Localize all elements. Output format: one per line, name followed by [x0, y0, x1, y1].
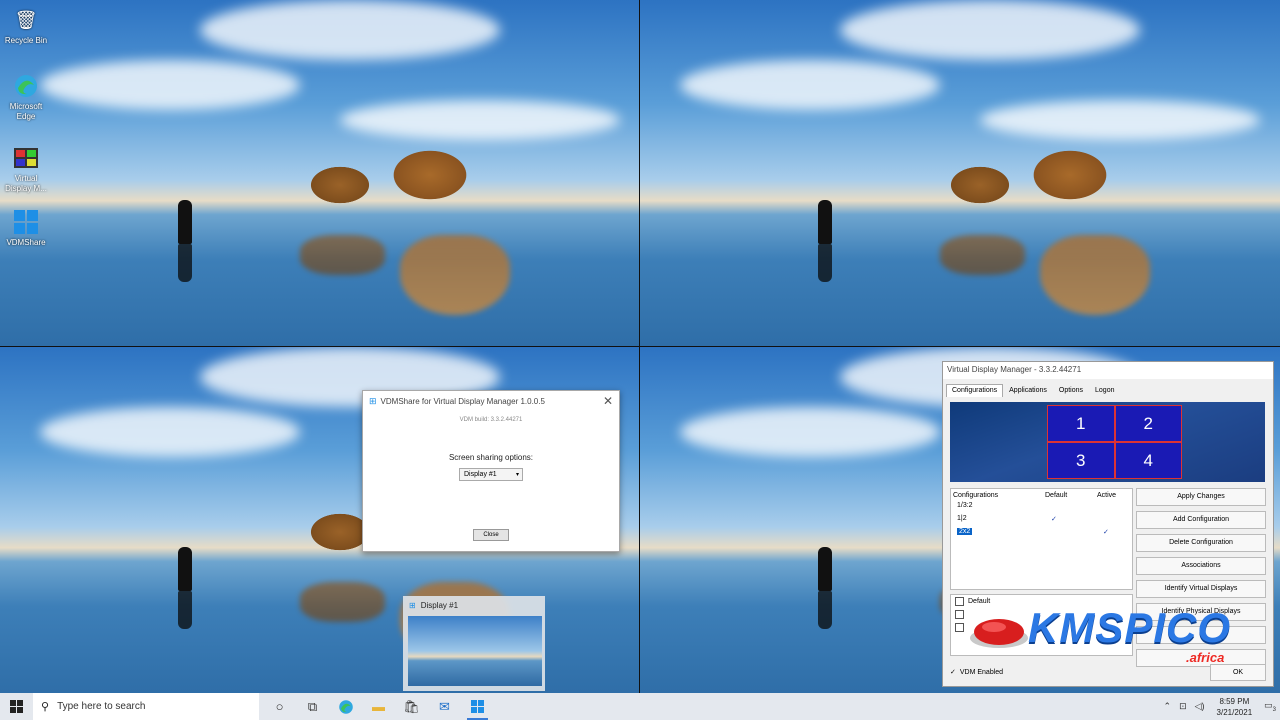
- config-active-check: ✓: [1103, 528, 1109, 536]
- volume-icon[interactable]: ◁): [1195, 701, 1205, 712]
- add-configuration-button[interactable]: Add Configuration: [1136, 511, 1266, 529]
- vdm-build-label: VDM build: 3.3.2.44271: [459, 417, 523, 423]
- close-button[interactable]: Close: [473, 529, 509, 541]
- desktop-icon-vdmshare[interactable]: VDMShare: [4, 208, 48, 248]
- config-name: 1|2: [957, 515, 967, 522]
- windows-logo-icon: [12, 208, 40, 236]
- chevron-up-icon[interactable]: ⌃: [1164, 701, 1172, 712]
- apply-changes-button[interactable]: Apply Changes: [1136, 488, 1266, 506]
- wallpaper-display-1: [0, 0, 640, 346]
- config-default-check: ✓: [1051, 515, 1057, 523]
- checkbox[interactable]: [955, 623, 964, 632]
- red-button-icon: [970, 619, 1028, 648]
- layout-preview: 1 2 3 4: [950, 402, 1265, 482]
- mail-icon: ✉: [439, 698, 450, 714]
- store-icon: 🛍: [403, 698, 420, 714]
- vdmshare-dialog: ⊞ VDMShare for Virtual Display Manager 1…: [362, 390, 620, 552]
- vdm-tabs: Configurations Applications Options Logo…: [946, 384, 1273, 397]
- clock-time: 8:59 PM: [1219, 696, 1250, 706]
- column-header-default: Default: [1045, 492, 1068, 499]
- task-view-button[interactable]: ⧉: [296, 693, 329, 720]
- display-select[interactable]: Display #1 ▾: [459, 468, 523, 481]
- desktop-icon-recycle-bin[interactable]: 🗑 Recycle Bin: [4, 6, 48, 46]
- folder-icon: ▬: [372, 699, 385, 714]
- screen-sharing-label: Screen sharing options:: [448, 453, 534, 462]
- desktop-icon-label: Virtual Display M...: [5, 174, 47, 193]
- network-icon[interactable]: ⊡: [1179, 701, 1187, 712]
- notification-count: 3: [1272, 706, 1276, 713]
- tab-logon[interactable]: Logon: [1089, 384, 1120, 397]
- windows-logo-icon: [471, 700, 484, 713]
- config-row-selected[interactable]: 2x2 ✓: [951, 525, 1132, 538]
- layout-grid: 1 2 3 4: [1047, 405, 1182, 479]
- checkbox[interactable]: [955, 610, 964, 619]
- delete-configuration-button[interactable]: Delete Configuration: [1136, 534, 1266, 552]
- tab-applications[interactable]: Applications: [1003, 384, 1053, 397]
- watermark-suffix: .africa: [1186, 650, 1225, 665]
- config-row[interactable]: 1/3:2: [951, 499, 1132, 512]
- notification-icon[interactable]: ▭3: [1264, 700, 1276, 713]
- search-placeholder: Type here to search: [57, 701, 146, 712]
- cortana-button[interactable]: ○: [263, 693, 296, 720]
- layout-cell-3[interactable]: 3: [1048, 443, 1114, 478]
- recycle-bin-icon: 🗑: [14, 10, 38, 30]
- taskbar-store[interactable]: 🛍: [395, 693, 428, 720]
- tab-configurations[interactable]: Configurations: [946, 384, 1004, 397]
- system-tray: ⌃ ⊡ ◁) 8:59 PM 3/21/2021 ▭3: [1160, 693, 1280, 720]
- configurations-header: Configurations Default Active: [951, 489, 1132, 499]
- display-select-value: Display #1: [464, 471, 497, 478]
- windows-logo-icon: ⊞: [369, 395, 377, 406]
- desktop-icon-label: Recycle Bin: [4, 36, 48, 45]
- edge-icon: [338, 699, 353, 714]
- search-icon: ⚲: [41, 701, 50, 713]
- wallpaper-display-2: [640, 0, 1280, 346]
- layout-cell-4[interactable]: 4: [1115, 443, 1181, 478]
- chevron-down-icon: ▾: [515, 472, 519, 478]
- watermark-text: KMSPICO: [1028, 604, 1232, 651]
- display-divider-h: [0, 346, 1280, 347]
- desktop-icon-label: VDMShare: [6, 238, 46, 247]
- taskbar-vdmshare[interactable]: [461, 693, 494, 720]
- identify-virtual-displays-button[interactable]: Identify Virtual Displays: [1136, 580, 1266, 598]
- display-divider-v: [639, 0, 640, 693]
- task-view-icon: ⧉: [307, 698, 318, 714]
- taskbar-mail[interactable]: ✉: [428, 693, 461, 720]
- start-button[interactable]: [0, 693, 33, 720]
- desktop-icon-label: Microsoft Edge: [9, 102, 43, 121]
- windows-logo-icon: ⊞: [409, 600, 416, 610]
- vdmshare-titlebar[interactable]: ⊞ VDMShare for Virtual Display Manager 1…: [363, 391, 619, 411]
- config-name: 2x2: [957, 528, 973, 535]
- tab-options[interactable]: Options: [1053, 384, 1089, 397]
- virtual-display-manager-icon: [12, 144, 40, 172]
- taskbar-search[interactable]: ⚲ Type here to search: [33, 693, 259, 720]
- checkbox[interactable]: [955, 597, 964, 606]
- desktop-icon-edge[interactable]: Microsoft Edge: [4, 72, 48, 122]
- clock[interactable]: 8:59 PM 3/21/2021: [1217, 696, 1253, 718]
- taskbar: ⚲ Type here to search ○ ⧉ ▬ 🛍 ✉ ⌃ ⊡ ◁) 8…: [0, 693, 1280, 720]
- thumbnail-titlebar: ⊞ Display #1: [403, 596, 545, 614]
- close-icon[interactable]: ✕: [603, 394, 613, 408]
- taskbar-file-explorer[interactable]: ▬: [362, 693, 395, 720]
- windows-logo-icon: [10, 700, 23, 713]
- thumbnail-title: Display #1: [420, 600, 459, 610]
- column-header-configurations: Configurations: [953, 492, 999, 499]
- config-name: 1/3:2: [957, 502, 973, 509]
- layout-cell-2[interactable]: 2: [1115, 406, 1181, 441]
- watermark-logo: KMSPICO .africa: [968, 600, 1238, 680]
- vdmshare-title: VDMShare for Virtual Display Manager 1.0…: [380, 396, 545, 406]
- taskbar-thumbnail-preview[interactable]: ⊞ Display #1: [403, 596, 545, 691]
- desktop-icon-virtual-display-manager[interactable]: Virtual Display M...: [4, 144, 48, 194]
- cortana-icon: ○: [275, 699, 284, 714]
- checkmark-icon: ✓: [950, 669, 956, 676]
- taskbar-edge[interactable]: [329, 693, 362, 720]
- associations-button[interactable]: Associations: [1136, 557, 1266, 575]
- thumbnail-image: [408, 616, 542, 686]
- vdm-window-title[interactable]: Virtual Display Manager - 3.3.2.44271: [943, 362, 1273, 379]
- config-row[interactable]: 1|2 ✓: [951, 512, 1132, 525]
- configurations-list: Configurations Default Active 1/3:2 1|2 …: [950, 488, 1133, 590]
- edge-icon: [12, 72, 40, 100]
- column-header-active: Active: [1097, 492, 1117, 499]
- clock-date: 3/21/2021: [1216, 707, 1253, 717]
- layout-cell-1[interactable]: 1: [1048, 406, 1114, 441]
